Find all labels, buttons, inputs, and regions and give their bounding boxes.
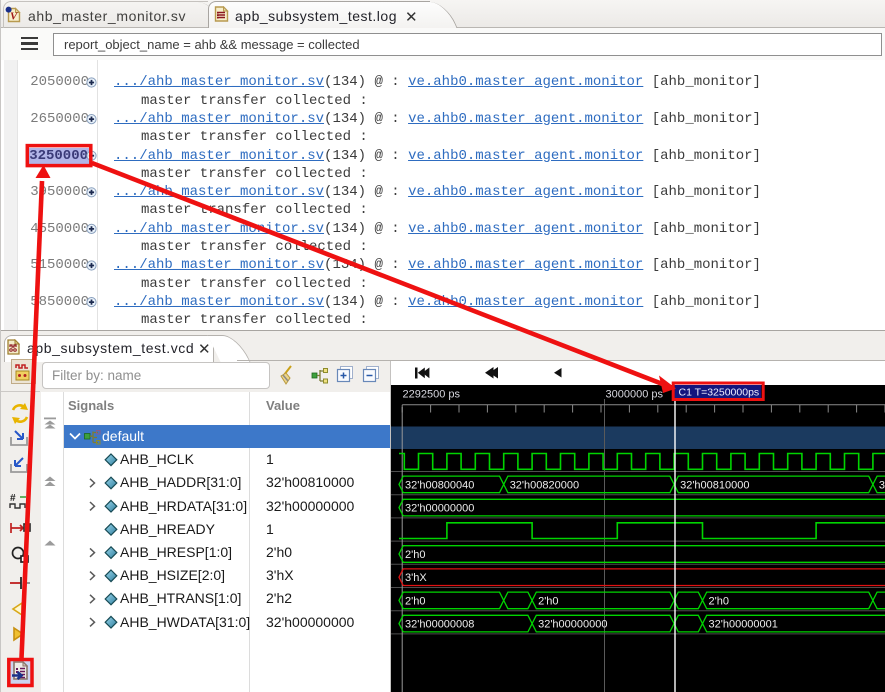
svg-text:2'h0: 2'h0 bbox=[709, 595, 729, 607]
svg-text:#: # bbox=[10, 493, 16, 504]
svg-text:2'h0: 2'h0 bbox=[538, 595, 558, 607]
svg-text:32'h00820000: 32'h00820000 bbox=[510, 479, 579, 491]
svg-text:2'h0: 2'h0 bbox=[405, 549, 425, 561]
svg-text:32'h00000008: 32'h00000008 bbox=[405, 619, 474, 631]
svg-text:32'h00810000: 32'h00810000 bbox=[680, 479, 749, 491]
svg-text:32'h00800040: 32'h00800040 bbox=[405, 479, 474, 491]
svg-text:2'h0: 2'h0 bbox=[405, 595, 425, 607]
svg-text:C1 T=3250000ps: C1 T=3250000ps bbox=[679, 387, 760, 399]
svg-text:32'h00000000: 32'h00000000 bbox=[538, 619, 607, 631]
svg-text:32'h00000000: 32'h00000000 bbox=[405, 503, 474, 515]
svg-text:3000000 ps: 3000000 ps bbox=[606, 389, 664, 401]
svg-text:3'hX: 3'hX bbox=[405, 572, 427, 584]
svg-text:32'h0: 32'h0 bbox=[879, 479, 885, 491]
svg-text:32'h00000001: 32'h00000001 bbox=[709, 619, 778, 631]
svg-text:2292500 ps: 2292500 ps bbox=[403, 389, 461, 401]
